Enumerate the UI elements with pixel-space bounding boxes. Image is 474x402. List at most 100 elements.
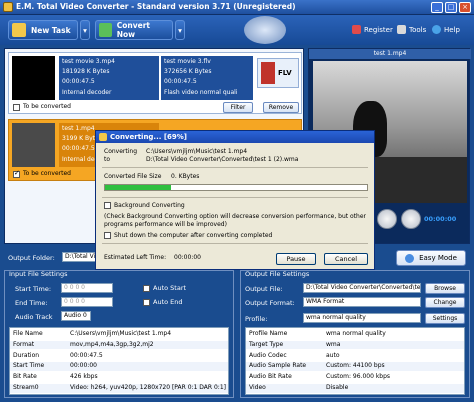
settings-button[interactable]: Settings	[425, 313, 465, 324]
format-badge: FLV	[257, 58, 299, 88]
property-name: Audio Bit Rate	[249, 373, 292, 381]
property-row: File Name C:\Users\vmjljm\Music\test 1.mp…	[10, 330, 228, 339]
converted-size-label: Converted File Size	[104, 173, 162, 180]
output-file-field[interactable]: D:\Total Video Converter\Converted\test …	[303, 283, 421, 293]
property-row: Format mov,mp4,m4a,3gp,3g2,mj2	[10, 340, 228, 350]
destination-duration: 00:00:47.5	[164, 78, 197, 85]
close-button[interactable]: ×	[459, 2, 471, 13]
property-name: Audio Codec	[249, 351, 287, 359]
profile-select[interactable]: wma normal quality	[303, 313, 421, 323]
new-task-dropdown[interactable]: ▾	[80, 20, 90, 40]
destination-name: test movie 3.flv	[164, 58, 211, 65]
property-value: Disable	[326, 384, 349, 391]
shutdown-checkbox[interactable]	[104, 232, 111, 239]
help-link[interactable]: Help	[432, 25, 460, 34]
property-value: wma normal quality	[326, 330, 386, 337]
film-icon	[261, 62, 275, 84]
property-name: Audio Sample Rate	[249, 362, 307, 370]
input-settings-panel: Input File Settings Start Time: 0 0 0 0 …	[4, 270, 234, 398]
dialog-title: Converting... [69%]	[96, 131, 374, 143]
easy-mode-icon	[405, 253, 415, 263]
property-row: Start Time 00:00:00	[10, 362, 228, 371]
property-value: C:\Users\vmjljm\Music\test 1.mp4	[70, 330, 172, 337]
source-info: test movie 3.mp4 181928 K Bytes 00:00:47…	[59, 56, 159, 100]
property-row: Bit Rate 426 kbps	[10, 373, 228, 382]
property-row: Audio Bit Rate Custom: 96.000 kbps	[246, 373, 464, 382]
audio-track-select[interactable]: Audio 0	[61, 311, 91, 321]
output-file-label: Output File:	[245, 285, 283, 293]
title-bar: E.M. Total Video Converter - Standard ve…	[0, 0, 474, 15]
property-name: Start Time	[13, 362, 45, 370]
new-task-icon	[12, 23, 26, 37]
property-name: Bit Rate	[13, 373, 37, 381]
to-be-converted-checkbox[interactable]: ✓	[13, 169, 20, 178]
auto-start-checkbox[interactable]	[143, 285, 150, 292]
filter-button[interactable]: Filter	[223, 102, 253, 113]
progress-bar	[104, 184, 368, 191]
new-task-button[interactable]: New Task	[8, 20, 78, 40]
background-converting-checkbox[interactable]	[104, 202, 111, 209]
toolbar: New Task ▾ Convert Now ▾ Register Tools …	[0, 15, 474, 45]
output-settings-title: Output File Settings	[245, 270, 310, 278]
property-value: Custom: 44100 bps	[326, 362, 385, 370]
to-label: to	[104, 156, 111, 163]
new-task-label: New Task	[31, 25, 71, 35]
minimize-button[interactable]: _	[431, 2, 443, 13]
tools-link[interactable]: Tools	[397, 25, 426, 34]
tools-label: Tools	[409, 25, 427, 34]
help-label: Help	[444, 25, 460, 34]
output-folder-field[interactable]: D:\Total Video Converter\Converted	[62, 252, 97, 262]
property-value: Video: h264, yuv420p, 1280x720 [PAR 0:1 …	[70, 384, 226, 391]
source-path: C:\Users\vmjljm\Music\test 1.mp4	[146, 148, 248, 155]
easy-mode-button[interactable]: Easy Mode	[396, 250, 466, 266]
to-be-converted-label: To be converted	[23, 170, 71, 177]
auto-end-label: Auto End	[153, 298, 183, 306]
register-link[interactable]: Register	[352, 25, 393, 34]
property-value: wma	[326, 340, 341, 348]
estimated-time-value: 00:00:00	[174, 254, 201, 261]
property-row: Video Disable	[246, 384, 464, 393]
preview-title: test 1.mp4	[309, 49, 471, 59]
profile-label: Profile:	[245, 315, 268, 323]
output-props-table: Profile Name wma normal quality Target Typ…	[245, 327, 465, 395]
convert-icon	[99, 23, 112, 37]
destination-path: D:\Total Video Converter\Converted\test …	[146, 156, 299, 163]
source-duration: 00:00:47.5	[62, 78, 95, 85]
pause-button[interactable]	[377, 209, 397, 229]
start-time-field[interactable]: 0 0 0 0	[61, 283, 113, 293]
convert-dropdown[interactable]: ▾	[175, 20, 185, 40]
to-be-converted-checkbox[interactable]	[13, 104, 20, 111]
property-value: 426 kbps	[70, 373, 98, 381]
converting-label: Converting	[104, 148, 138, 155]
audio-track-label: Audio Track	[15, 313, 53, 321]
background-note: (Check Background Converting option will…	[104, 213, 366, 228]
end-time-field[interactable]: 0 0 0 0	[61, 297, 113, 307]
property-value: mov,mp4,m4a,3gp,3g2,mj2	[70, 340, 154, 348]
property-row: Audio Sample Rate Custom: 44100 bps	[246, 362, 464, 371]
end-time-label: End Time:	[15, 299, 48, 307]
destination-quality: Flash video normal quali	[164, 89, 238, 96]
browse-button[interactable]: Browse	[425, 283, 465, 294]
source-size: 181928 K Bytes	[62, 68, 110, 75]
cancel-button[interactable]: Cancel	[324, 253, 368, 265]
remove-button[interactable]: Remove	[263, 102, 299, 113]
destination-info: test movie 3.flv 372656 K Bytes 00:00:47…	[161, 56, 253, 100]
property-value: 00:00:00	[70, 362, 97, 370]
source-duration: 00:00:47.5	[62, 145, 95, 152]
pause-button[interactable]: Pause	[276, 253, 316, 265]
time-display: 00:00:00	[424, 215, 457, 223]
property-row: Duration 00:00:47.5	[10, 352, 228, 361]
property-name: Target Type	[249, 340, 284, 348]
window-title: E.M. Total Video Converter - Standard ve…	[16, 2, 296, 11]
film-reel-icon	[244, 16, 286, 44]
shutdown-label: Shut down the computer after converting …	[114, 232, 273, 239]
change-button[interactable]: Change	[425, 297, 465, 308]
stop-button[interactable]	[401, 209, 421, 229]
start-time-label: Start Time:	[15, 285, 52, 293]
destination-size: 372656 K Bytes	[164, 68, 212, 75]
convert-now-button[interactable]: Convert Now	[95, 20, 173, 40]
format-label: FLV	[278, 69, 292, 77]
maximize-button[interactable]: □	[445, 2, 457, 13]
auto-end-checkbox[interactable]	[143, 299, 150, 306]
task-item-1[interactable]: test movie 3.mp4 181928 K Bytes 00:00:47…	[8, 52, 302, 114]
